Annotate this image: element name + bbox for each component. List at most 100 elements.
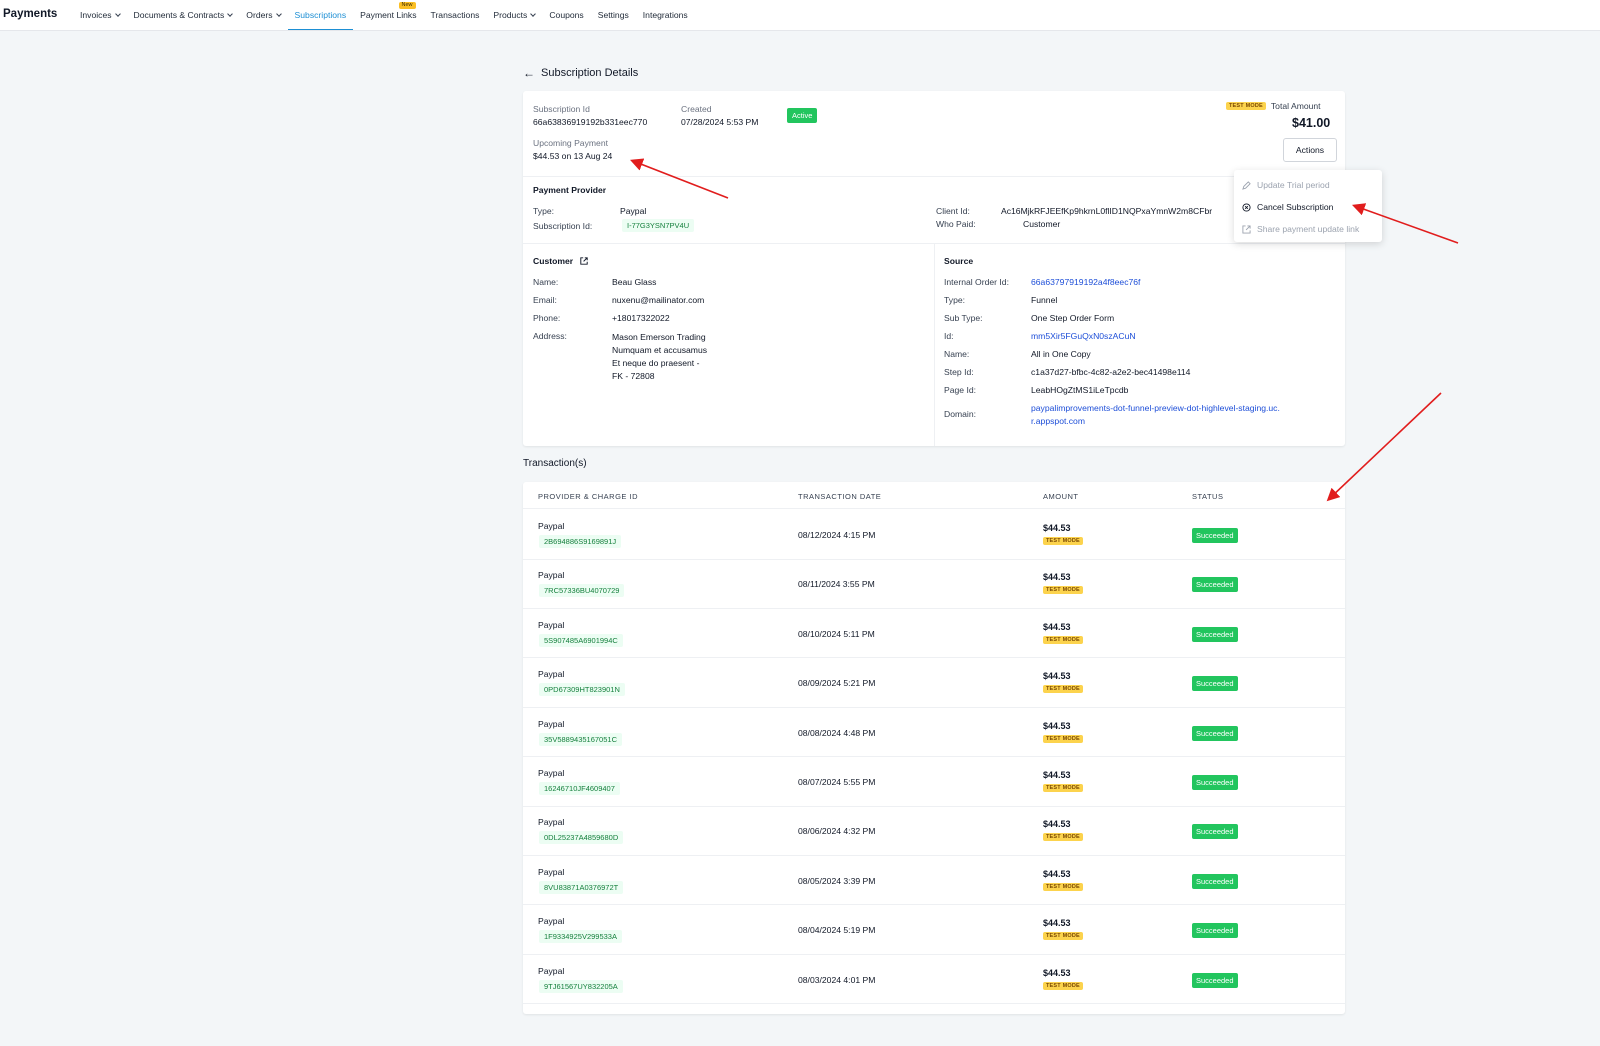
nav-item-settings[interactable]: Settings <box>591 0 636 30</box>
test-mode-badge: TEST MODE <box>1043 981 1083 990</box>
actions-button[interactable]: Actions <box>1283 138 1337 162</box>
charge-id: 9TJ61567UY832205A <box>539 979 623 993</box>
step-id-label: Step Id: <box>944 367 974 377</box>
internal-order-id-label: Internal Order Id: <box>944 277 1009 287</box>
amount: $44.53 <box>1043 967 1071 978</box>
nav-item-documents-contracts[interactable]: Documents & Contracts <box>127 0 240 30</box>
provider-name: Paypal <box>538 669 565 680</box>
test-mode-badge: TEST MODE <box>1043 882 1083 891</box>
total-amount-value: $41.00 <box>1292 116 1331 130</box>
nav-item-label: Settings <box>597 10 629 20</box>
transaction-date: 08/09/2024 5:21 PM <box>798 678 876 689</box>
amount: $44.53 <box>1043 770 1071 780</box>
transaction-date: 08/07/2024 5:55 PM <box>798 777 876 787</box>
test-mode-badge: TEST MODE <box>1043 635 1083 644</box>
client-id-label: Client Id: <box>936 206 970 216</box>
nav-item-label: Payment Links <box>360 10 417 20</box>
address-line: Mason Emerson Trading <box>612 332 706 342</box>
table-row[interactable]: Paypal 5S907485A6901994C 08/10/2024 5:11 P… <box>523 608 1345 659</box>
table-row[interactable]: Paypal 7RC57336BU4070729 08/11/2024 3:55 P… <box>523 558 1345 609</box>
nav-item-subscriptions[interactable]: Subscriptions <box>287 0 354 30</box>
charge-id: 16246710JF4609407 <box>539 782 620 795</box>
column-header: STATUS <box>1192 492 1224 501</box>
step-id-value: c1a37d27-bfbc-4c82-a2e2-bec41498e114 <box>1031 367 1191 377</box>
chevron-down-icon <box>275 11 282 17</box>
nav-item-integrations[interactable]: Integrations <box>636 0 695 30</box>
subscription-id-label: Subscription Id <box>533 104 590 114</box>
who-paid-value: Customer <box>1023 219 1061 229</box>
column-header: AMOUNT <box>1043 492 1079 501</box>
amount: $44.53 <box>1043 621 1071 632</box>
customer-phone-label: Phone: <box>533 313 561 323</box>
new-badge: New <box>398 2 416 9</box>
actions-dropdown: Update Trial period Cancel Subscription … <box>1234 170 1382 242</box>
source-id-link[interactable]: mm5Xir5FGuQxN0szACuN <box>1031 331 1136 341</box>
external-link-icon <box>1242 224 1251 234</box>
domain-link[interactable]: paypalimprovements-dot-funnel-preview-do… <box>1031 402 1280 428</box>
source-name-label: Name: <box>944 349 970 359</box>
provider-name: Paypal <box>538 866 565 877</box>
status-badge: Succeeded <box>1192 528 1238 543</box>
nav-item-products[interactable]: Products <box>486 0 542 30</box>
amount: $44.53 <box>1043 720 1071 731</box>
table-row[interactable]: Paypal 35V5889435167051C 08/08/2024 4:48 P… <box>523 707 1345 758</box>
test-mode-badge: TEST MODE <box>1043 685 1083 694</box>
created-value: 07/28/2024 5:53 PM <box>681 117 759 127</box>
source-id-label: Id: <box>944 331 954 341</box>
nav-item-coupons[interactable]: Coupons <box>542 0 590 30</box>
external-link-icon[interactable] <box>579 257 588 265</box>
status-badge: Succeeded <box>1192 676 1238 692</box>
table-row[interactable]: Paypal 8VU83871A0376972T 08/05/2024 3:39 P… <box>523 855 1345 906</box>
top-nav: Payments Invoices Documents & Contracts Or… <box>0 0 1600 31</box>
customer-title-text: Customer <box>533 256 574 266</box>
nav-item-label: Documents & Contracts <box>133 10 225 20</box>
test-mode-badge: TEST MODE <box>1043 833 1083 842</box>
provider-name: Paypal <box>538 916 565 927</box>
table-row[interactable]: Paypal 0PD67309HT823901N 08/09/2024 5:21 P… <box>523 657 1345 708</box>
transaction-date: 08/03/2024 4:01 PM <box>798 974 876 985</box>
status-badge: Succeeded <box>1192 626 1238 642</box>
source-sub-type-label: Sub Type: <box>944 313 983 323</box>
transaction-date: 08/12/2024 4:15 PM <box>798 530 876 540</box>
table-row[interactable]: Paypal 9TJ61567UY832205A 08/03/2024 4:01 P… <box>523 954 1345 1005</box>
status-badge: Succeeded <box>1192 873 1238 889</box>
provider-name: Paypal <box>538 521 565 531</box>
who-paid-label: Who Paid: <box>936 219 976 229</box>
table-row[interactable]: Paypal 16246710JF4609407 08/07/2024 5:55 P… <box>523 756 1345 807</box>
nav-item-invoices[interactable]: Invoices <box>73 0 127 30</box>
upcoming-payment-value: $44.53 on 13 Aug 24 <box>533 151 613 161</box>
internal-order-id-link[interactable]: 66a63797919192a4f8eec76f <box>1031 277 1140 287</box>
annotation-arrow <box>1326 392 1442 502</box>
nav-item-label: Integrations <box>642 10 688 20</box>
table-row[interactable]: Paypal 2B694886S9169891J 08/12/2024 4:15 P… <box>523 509 1345 560</box>
domain-label: Domain: <box>944 409 976 419</box>
menu-item-update-trial-period[interactable]: Update Trial period <box>1234 174 1382 196</box>
menu-item-cancel-subscription[interactable]: Cancel Subscription <box>1234 196 1382 218</box>
customer-name-value: Beau Glass <box>612 277 657 287</box>
transaction-date: 08/10/2024 5:11 PM <box>798 628 875 639</box>
address-line: Numquam et accusamus <box>612 345 708 355</box>
nav-item-orders[interactable]: Orders <box>239 0 287 30</box>
table-row[interactable]: Paypal 0DL25237A4859680D 08/06/2024 4:32 P… <box>523 805 1345 856</box>
status-badge: Succeeded <box>1192 725 1238 741</box>
customer-name-label: Name: <box>533 277 559 287</box>
test-mode-badge: TEST MODE <box>1226 102 1266 110</box>
back-arrow-icon[interactable]: ← <box>523 66 535 80</box>
menu-item-label: Update Trial period <box>1257 180 1330 190</box>
amount: $44.53 <box>1043 572 1071 583</box>
source-type-value: Funnel <box>1031 295 1058 305</box>
nav-item-transactions[interactable]: Transactions <box>424 0 487 30</box>
charge-id: 5S907485A6901994C <box>539 633 623 647</box>
status-badge: Active <box>787 108 818 123</box>
divider <box>523 176 1345 177</box>
amount: $44.53 <box>1043 819 1071 830</box>
table-row[interactable]: Paypal 1F9334925V299533A 08/04/2024 5:19 P… <box>523 904 1345 955</box>
nav-item-payment-links[interactable]: Payment Links New <box>353 0 423 30</box>
menu-item-share-payment-update-link[interactable]: Share payment update link <box>1234 218 1382 240</box>
amount: $44.53 <box>1043 523 1071 533</box>
provider-name: Paypal <box>538 619 565 630</box>
nav-items: Invoices Documents & Contracts Orders Subsc… <box>73 0 695 30</box>
circle-x-icon <box>1242 202 1251 212</box>
provider-name: Paypal <box>538 817 565 828</box>
chevron-down-icon <box>227 11 234 17</box>
